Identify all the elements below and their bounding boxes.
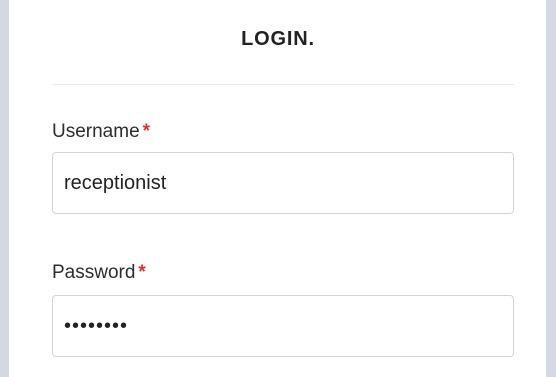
username-label-text: Username bbox=[52, 121, 140, 142]
password-label-text: Password bbox=[52, 262, 136, 283]
right-scrollbar-track[interactable] bbox=[546, 0, 556, 377]
username-required-marker: * bbox=[142, 121, 151, 142]
login-title: LOGIN. bbox=[241, 28, 315, 50]
username-label: Username * bbox=[52, 121, 150, 143]
password-required-marker: * bbox=[138, 262, 146, 283]
username-input[interactable] bbox=[52, 152, 514, 214]
left-background-panel bbox=[0, 0, 9, 377]
password-label: Password * bbox=[52, 262, 146, 284]
password-input[interactable] bbox=[52, 295, 514, 357]
title-divider bbox=[52, 84, 514, 85]
